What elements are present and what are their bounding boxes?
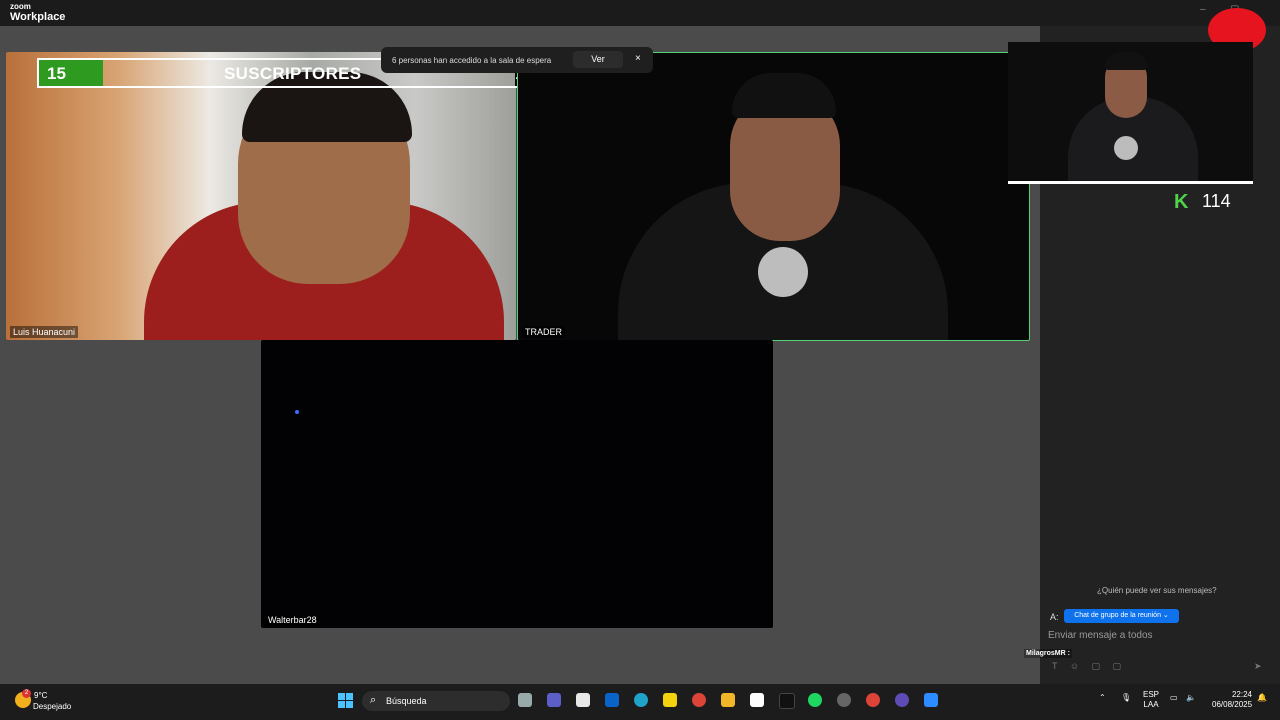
file-explorer-icon[interactable] <box>721 693 735 707</box>
brand-big: Workplace <box>10 11 66 23</box>
participant-name: Luis Huanacuni <box>10 326 79 338</box>
zoom-taskbar-icon[interactable] <box>924 693 938 707</box>
close-icon[interactable]: × <box>635 53 641 64</box>
kick-icon: K <box>1174 191 1189 213</box>
video-tile-trader[interactable]: TRADER <box>517 52 1030 341</box>
tray-expand-icon[interactable]: ⌃ <box>1099 693 1106 703</box>
language-top: ESP <box>1143 690 1160 699</box>
notice-message: 6 personas han accedido a la sala de esp… <box>392 56 552 65</box>
recipient-dropdown[interactable]: Chat de grupo de la reunión ⌄ <box>1064 609 1179 623</box>
subscriber-left-count: 15 <box>47 64 66 83</box>
chrome-profile-icon[interactable] <box>866 693 880 707</box>
search-placeholder: Búsqueda <box>386 696 427 706</box>
chat-toolbar[interactable]: T ☺ ▢ ▢ <box>1052 661 1121 672</box>
participant-name: TRADER <box>522 326 566 338</box>
chat-comment-user: MilagrosMR : <box>1024 649 1072 658</box>
waiting-room-notice: 6 personas han accedido a la sala de esp… <box>381 47 653 73</box>
to-label: A: <box>1050 612 1059 622</box>
chrome-icon[interactable] <box>692 693 706 707</box>
subscriber-left-box: 15 <box>39 60 103 86</box>
tradingview-icon[interactable] <box>750 693 764 707</box>
clock-date: 06/08/2025 <box>1212 700 1253 709</box>
microphone-icon[interactable]: 🎙 <box>1121 693 1131 703</box>
video-tile-luis[interactable]: Luis Huanacuni <box>6 52 516 340</box>
participant-hair <box>1105 52 1147 70</box>
light-dot <box>295 410 299 414</box>
view-button[interactable]: Ver <box>573 51 623 68</box>
weather-badge: 2 <box>22 689 31 698</box>
subscriber-title: SUSCRIPTORES <box>224 64 362 83</box>
minimize-icon[interactable]: – <box>1200 4 1206 15</box>
app-icon[interactable] <box>837 693 851 707</box>
store-icon[interactable] <box>576 693 590 707</box>
language-bottom: LAA <box>1143 700 1159 709</box>
tiktok-icon[interactable] <box>779 693 795 709</box>
participant-name: Walterbar28 <box>265 614 320 626</box>
windows-start-icon[interactable] <box>338 693 353 708</box>
edge-icon[interactable] <box>634 693 648 707</box>
network-icon[interactable]: ▭ <box>1170 693 1178 703</box>
microphone-icon <box>1114 136 1138 160</box>
speaker-icon[interactable]: 🔈 <box>1186 693 1196 703</box>
spotify-icon[interactable] <box>808 693 822 707</box>
language-indicator[interactable]: ESP LAA <box>1143 690 1159 710</box>
clock-time: 22:24 <box>1231 690 1252 699</box>
outlook-icon[interactable] <box>605 693 619 707</box>
webcam-overlay <box>1008 42 1253 184</box>
title-bar: zoom Workplace – ▢ <box>0 0 1280 26</box>
temperature: 9°C <box>34 691 48 700</box>
teams-icon[interactable] <box>547 693 561 707</box>
task-view-icon[interactable] <box>518 693 532 707</box>
zoom-logo: zoom Workplace <box>10 2 66 23</box>
taskbar-search[interactable]: ⌕ Búsqueda <box>362 691 510 711</box>
kick-count: 114 <box>1202 191 1231 211</box>
notification-bell-icon[interactable]: 🔔 <box>1257 693 1267 703</box>
send-icon[interactable]: ➤ <box>1254 661 1262 672</box>
video-tile-walter[interactable]: Walterbar28 <box>261 340 773 628</box>
sticky-notes-icon[interactable] <box>663 693 677 707</box>
microphone-icon <box>758 247 808 297</box>
search-icon: ⌕ <box>370 694 377 706</box>
weather-condition: Despejado <box>33 702 72 711</box>
chat-input[interactable]: Enviar mensaje a todos <box>1048 630 1153 641</box>
who-can-see-link[interactable]: ¿Quién puede ver sus mensajes? <box>1097 586 1217 595</box>
obs-icon[interactable] <box>895 693 909 707</box>
clock[interactable]: 22:24 06/08/2025 <box>1212 690 1252 710</box>
participant-hair <box>732 73 836 118</box>
